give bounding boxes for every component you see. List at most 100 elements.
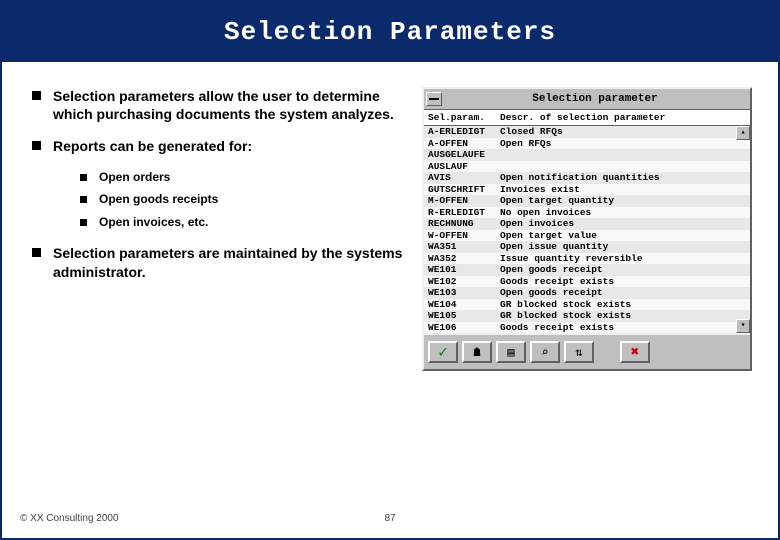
table-row[interactable]: A-OFFENOpen RFQs: [424, 138, 750, 150]
cell-param: WE101: [424, 264, 496, 276]
cell-desc: Open goods receipt: [496, 264, 750, 276]
find-button[interactable]: ⌕: [530, 341, 560, 363]
pick-icon: ☗: [473, 345, 480, 360]
cell-param: AVIS: [424, 172, 496, 184]
new-icon: ▤: [507, 345, 514, 360]
table-row[interactable]: WA351Open issue quantity: [424, 241, 750, 253]
confirm-button[interactable]: ✓: [428, 341, 458, 363]
bullet-text: Selection parameters allow the user to d…: [53, 87, 422, 123]
cell-param: WE103: [424, 287, 496, 299]
cell-desc: No open invoices: [496, 207, 750, 219]
cell-desc: Open issue quantity: [496, 241, 750, 253]
cell-param: WE105: [424, 310, 496, 322]
cancel-icon: ✖: [631, 344, 639, 361]
cell-param: WA351: [424, 241, 496, 253]
cell-desc: Closed RFQs: [496, 126, 750, 138]
cell-desc: Open target quantity: [496, 195, 750, 207]
cell-param: GUTSCHRIFT: [424, 184, 496, 196]
table-row[interactable]: WE102Goods receipt exists: [424, 276, 750, 288]
screenshot-column: Selection parameter Sel.param. Descr. of…: [422, 87, 752, 371]
sap-window-title: Selection parameter: [442, 93, 748, 105]
sub-bullet-text: Open goods receipts: [99, 192, 218, 208]
cell-desc: [496, 161, 750, 173]
sort-icon: ⇅: [575, 345, 582, 360]
cell-param: W-OFFEN: [424, 230, 496, 242]
cell-desc: GR blocked stock exists: [496, 299, 750, 311]
table-row[interactable]: WE105GR blocked stock exists: [424, 310, 750, 322]
check-icon: ✓: [438, 342, 448, 362]
sap-titlebar: Selection parameter: [424, 89, 750, 109]
bullet-icon: [80, 219, 87, 226]
cell-desc: Invoices exist: [496, 184, 750, 196]
table-row[interactable]: AUSLAUF: [424, 161, 750, 173]
footer-copyright: © XX Consulting 2000: [20, 513, 119, 524]
table-row[interactable]: WE104GR blocked stock exists: [424, 299, 750, 311]
scroll-up-icon[interactable]: ▴: [736, 126, 750, 140]
bullet-text: Reports can be generated for:: [53, 137, 252, 155]
table-row[interactable]: W-OFFENOpen target value: [424, 230, 750, 242]
table-row[interactable]: M-OFFENOpen target quantity: [424, 195, 750, 207]
table-row[interactable]: AUSGELAUFE: [424, 149, 750, 161]
system-menu-icon[interactable]: [426, 92, 442, 106]
slide-title: Selection Parameters: [2, 2, 778, 62]
cell-desc: [496, 149, 750, 161]
cell-desc: Goods receipt exists: [496, 276, 750, 288]
header-desc: Descr. of selection parameter: [500, 112, 665, 123]
cancel-button[interactable]: ✖: [620, 341, 650, 363]
table-row[interactable]: WE103Open goods receipt: [424, 287, 750, 299]
table-row[interactable]: R-ERLEDIGTNo open invoices: [424, 207, 750, 219]
sort-button[interactable]: ⇅: [564, 341, 594, 363]
sap-window: Selection parameter Sel.param. Descr. of…: [422, 87, 752, 371]
sub-bullet: Open goods receipts: [80, 192, 422, 208]
cell-desc: Open invoices: [496, 218, 750, 230]
cell-param: WE102: [424, 276, 496, 288]
content-area: Selection parameters allow the user to d…: [2, 62, 778, 371]
bullet-icon: [80, 174, 87, 181]
choose-button[interactable]: ☗: [462, 341, 492, 363]
selection-list[interactable]: ▴ ▾ A-ERLEDIGTClosed RFQsA-OFFENOpen RFQ…: [424, 125, 750, 333]
column-headers: Sel.param. Descr. of selection parameter: [424, 109, 750, 125]
bullet-text: Selection parameters are maintained by t…: [53, 244, 422, 280]
sub-bullet-text: Open invoices, etc.: [99, 215, 208, 231]
cell-desc: Issue quantity reversible: [496, 253, 750, 265]
cell-desc: Open goods receipt: [496, 287, 750, 299]
cell-param: A-ERLEDIGT: [424, 126, 496, 138]
cell-param: WE106: [424, 322, 496, 334]
scroll-down-icon[interactable]: ▾: [736, 319, 750, 333]
page-number: 87: [384, 513, 395, 524]
cell-param: RECHNUNG: [424, 218, 496, 230]
cell-desc: Goods receipt exists: [496, 322, 750, 334]
table-row[interactable]: RECHNUNGOpen invoices: [424, 218, 750, 230]
bullet-1: Selection parameters allow the user to d…: [32, 87, 422, 123]
table-row[interactable]: WA352Issue quantity reversible: [424, 253, 750, 265]
cell-param: AUSLAUF: [424, 161, 496, 173]
sub-bullet: Open orders: [80, 170, 422, 186]
table-row[interactable]: A-ERLEDIGTClosed RFQs: [424, 126, 750, 138]
header-sel-param: Sel.param.: [428, 112, 500, 123]
cell-param: R-ERLEDIGT: [424, 207, 496, 219]
cell-param: M-OFFEN: [424, 195, 496, 207]
bullet-3: Selection parameters are maintained by t…: [32, 244, 422, 280]
sub-bullet-text: Open orders: [99, 170, 170, 186]
cell-desc: GR blocked stock exists: [496, 310, 750, 322]
toolbar-spacer: [598, 341, 616, 363]
bullet-column: Selection parameters allow the user to d…: [32, 87, 422, 371]
cell-param: A-OFFEN: [424, 138, 496, 150]
bullet-2: Reports can be generated for:: [32, 137, 422, 155]
cell-desc: Open notification quantities: [496, 172, 750, 184]
sap-toolbar: ✓ ☗ ▤ ⌕ ⇅ ✖: [424, 333, 750, 369]
cell-param: WA352: [424, 253, 496, 265]
table-row[interactable]: WE101Open goods receipt: [424, 264, 750, 276]
cell-desc: Open RFQs: [496, 138, 750, 150]
find-icon: ⌕: [541, 345, 548, 360]
table-row[interactable]: AVISOpen notification quantities: [424, 172, 750, 184]
bullet-icon: [80, 196, 87, 203]
table-row[interactable]: WE106Goods receipt exists: [424, 322, 750, 334]
cell-desc: Open target value: [496, 230, 750, 242]
cell-param: AUSGELAUFE: [424, 149, 496, 161]
bullet-icon: [32, 248, 41, 257]
table-row[interactable]: GUTSCHRIFTInvoices exist: [424, 184, 750, 196]
bullet-icon: [32, 91, 41, 100]
new-entry-button[interactable]: ▤: [496, 341, 526, 363]
sub-bullet: Open invoices, etc.: [80, 215, 422, 231]
